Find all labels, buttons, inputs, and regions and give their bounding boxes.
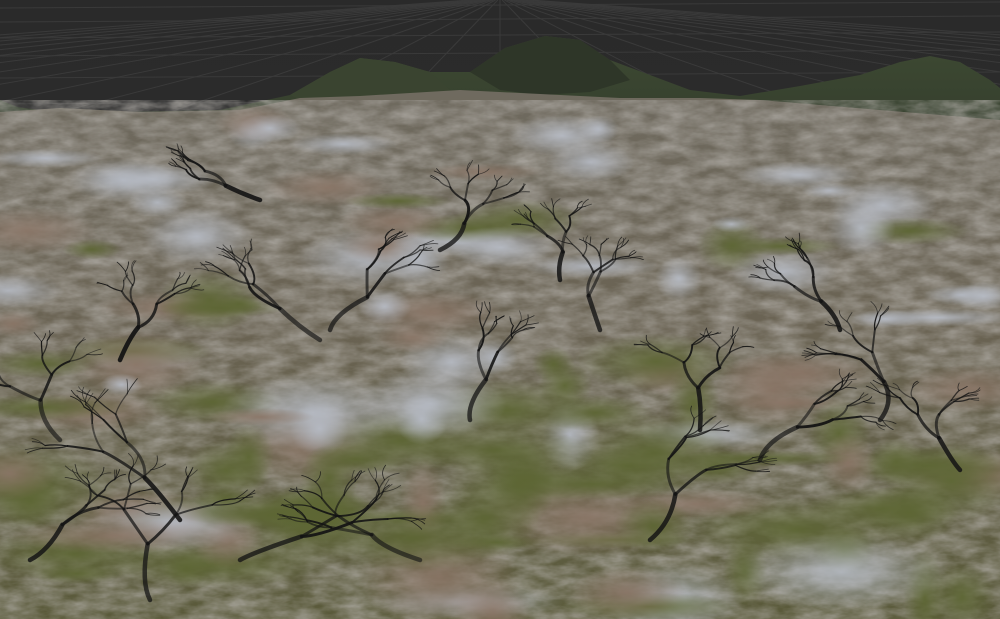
- terrain-patch: [8, 518, 222, 554]
- erosion-channel: [122, 498, 144, 501]
- terrain-patch: [923, 284, 1000, 306]
- terrain-ground: [0, 90, 1000, 619]
- terrain-patch: [655, 255, 703, 302]
- terrain-patch: [29, 563, 125, 585]
- terrain-scene[interactable]: [0, 0, 1000, 619]
- terrain-patch: [343, 192, 453, 210]
- terrain-patch: [100, 373, 143, 396]
- terrain-patch: [288, 133, 398, 156]
- terrain-patch: [566, 566, 687, 619]
- terrain-patch: [613, 498, 694, 553]
- erosion-channel: [97, 506, 129, 510]
- erosion-channel: [695, 385, 703, 433]
- terrain-patch: [237, 113, 302, 143]
- terrain-patch: [804, 486, 963, 531]
- terrain-patch: [734, 533, 948, 612]
- terrain-patch: [572, 413, 736, 492]
- terrain-patch: [712, 351, 833, 429]
- terrain-patch: [205, 407, 314, 426]
- terrain-viewport[interactable]: [0, 0, 1000, 619]
- terrain-patch: [423, 162, 545, 181]
- terrain-patch: [374, 322, 451, 353]
- terrain-patch: [711, 215, 752, 233]
- terrain-patch: [577, 115, 620, 144]
- terrain-patch: [222, 422, 275, 492]
- terrain-patch: [719, 236, 842, 256]
- terrain-patch: [736, 161, 860, 189]
- terrain-patch: [127, 187, 188, 218]
- terrain-patch: [866, 437, 926, 487]
